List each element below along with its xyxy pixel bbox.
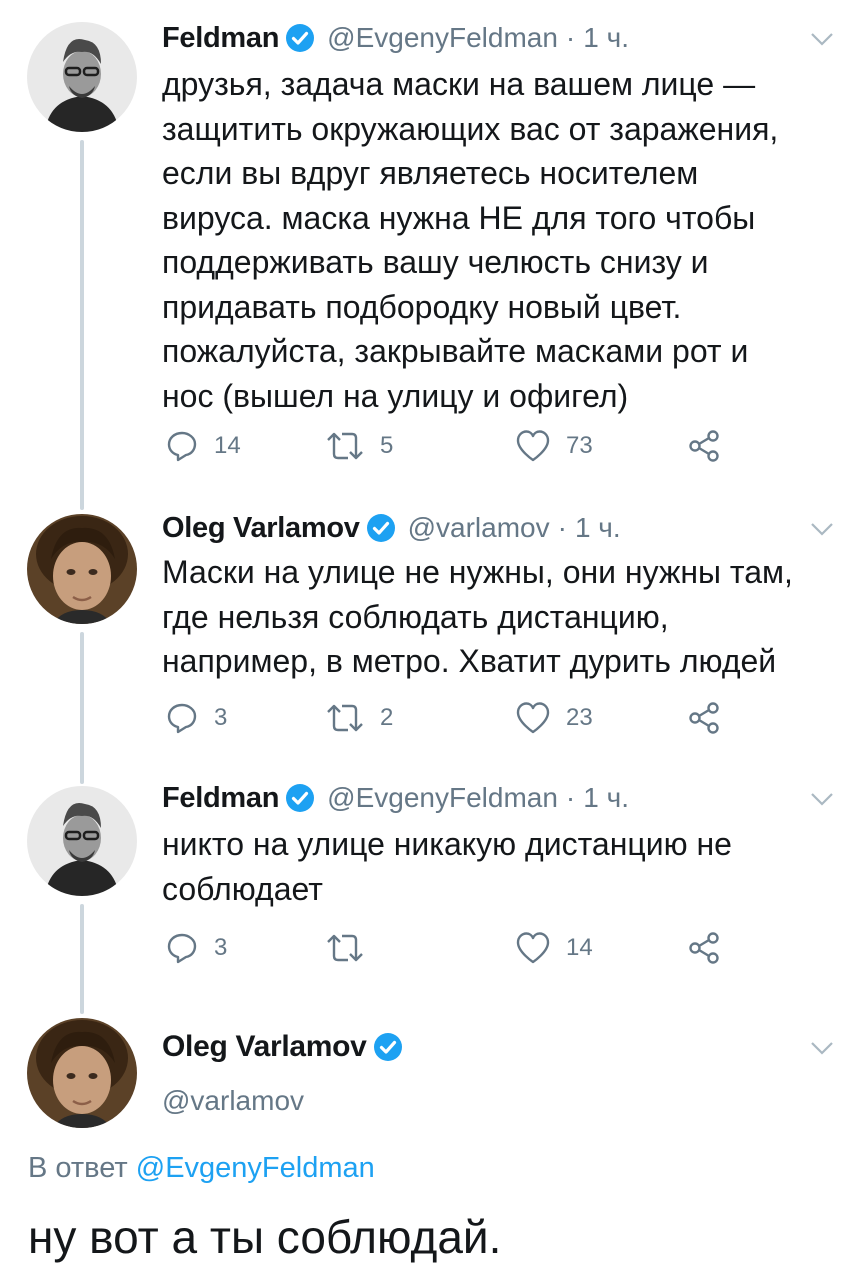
like-count: 23 xyxy=(566,704,593,731)
reply-prefix: В ответ xyxy=(28,1152,128,1184)
separator-dot: · xyxy=(565,782,576,813)
tweet-header: Oleg Varlamov @varlamov · 1 ч. xyxy=(162,508,621,548)
thread-line xyxy=(80,904,84,1014)
retweet-button[interactable] xyxy=(324,928,380,968)
share-icon xyxy=(689,702,719,734)
reply-to-line: В ответ @EvgenyFeldman xyxy=(28,1152,375,1185)
share-icon xyxy=(689,430,719,462)
retweet-icon xyxy=(327,432,363,460)
avatar-varlamov[interactable] xyxy=(27,1018,137,1128)
verified-badge-icon xyxy=(285,783,315,813)
verified-badge-icon xyxy=(366,513,396,543)
author-handle[interactable]: @EvgenyFeldman xyxy=(327,782,558,814)
heart-icon xyxy=(516,932,550,964)
tweet-header: Feldman @EvgenyFeldman · 1 ч. xyxy=(162,778,629,818)
like-button[interactable]: 73 xyxy=(514,426,593,466)
like-count: 14 xyxy=(566,934,593,961)
tweet-text: Маски на улице не нужны, они нужны там, … xyxy=(162,554,793,679)
author-handle[interactable]: @EvgenyFeldman xyxy=(327,22,558,54)
reply-to-link[interactable]: @EvgenyFeldman xyxy=(136,1152,375,1184)
chevron-down-icon[interactable] xyxy=(810,791,834,807)
like-button[interactable]: 23 xyxy=(514,698,593,738)
tweet-text: никто на улице никакую дистанцию не собл… xyxy=(162,826,732,907)
retweet-icon xyxy=(327,704,363,732)
verified-badge-icon xyxy=(373,1032,403,1062)
reply-button[interactable]: 14 xyxy=(164,426,241,466)
reply-count: 3 xyxy=(214,704,228,731)
retweet-button[interactable]: 5 xyxy=(324,426,393,466)
timestamp[interactable]: 1 ч. xyxy=(583,782,629,814)
reply-icon xyxy=(167,933,197,964)
reply-icon xyxy=(167,431,197,462)
separator-dot: · xyxy=(557,512,567,543)
avatar-varlamov[interactable] xyxy=(27,514,137,624)
reply-button[interactable]: 3 xyxy=(164,698,227,738)
reply-icon xyxy=(167,703,197,734)
share-button[interactable] xyxy=(686,698,722,738)
author-name[interactable]: Feldman xyxy=(162,22,279,55)
main-tweet-text: ну вот а ты соблюдай. xyxy=(28,1211,502,1263)
author-handle[interactable]: @varlamov xyxy=(162,1085,415,1117)
chevron-down-icon[interactable] xyxy=(810,521,834,537)
author-name[interactable]: Oleg Varlamov xyxy=(162,512,360,545)
share-button[interactable] xyxy=(686,426,722,466)
chevron-down-icon[interactable] xyxy=(810,1040,834,1056)
main-tweet-header: Oleg Varlamov @varlamov xyxy=(162,1025,415,1117)
share-button[interactable] xyxy=(686,928,722,968)
author-handle[interactable]: @varlamov xyxy=(408,512,550,544)
verified-badge-icon xyxy=(285,23,315,53)
heart-icon xyxy=(516,430,550,462)
timestamp[interactable]: 1 ч. xyxy=(583,22,629,54)
avatar-feldman[interactable] xyxy=(27,22,137,132)
timestamp[interactable]: 1 ч. xyxy=(575,512,621,544)
retweet-count: 2 xyxy=(380,704,394,731)
tweet-actions: 3 14 xyxy=(162,928,762,968)
tweet-text: друзья, задача маски на вашем лице — защ… xyxy=(162,66,779,414)
retweet-icon xyxy=(327,934,363,962)
reply-count: 3 xyxy=(214,934,228,961)
like-count: 73 xyxy=(566,432,593,459)
retweet-button[interactable]: 2 xyxy=(324,698,393,738)
heart-icon xyxy=(516,702,550,734)
author-name[interactable]: Feldman xyxy=(162,782,279,815)
share-icon xyxy=(689,932,719,964)
avatar-feldman[interactable] xyxy=(27,786,137,896)
author-name[interactable]: Oleg Varlamov xyxy=(162,1030,367,1064)
tweet-actions: 14 5 73 xyxy=(162,426,762,466)
like-button[interactable]: 14 xyxy=(514,928,593,968)
separator-dot: · xyxy=(565,22,576,53)
tweet-actions: 3 2 23 xyxy=(162,698,762,738)
retweet-count: 5 xyxy=(380,432,394,459)
chevron-down-icon[interactable] xyxy=(810,31,834,47)
thread-line xyxy=(80,140,84,510)
main-name-row: Oleg Varlamov xyxy=(162,1025,415,1069)
reply-button[interactable]: 3 xyxy=(164,928,227,968)
thread-line xyxy=(80,632,84,784)
tweet-header: Feldman @EvgenyFeldman · 1 ч. xyxy=(162,18,629,58)
reply-count: 14 xyxy=(214,432,241,459)
